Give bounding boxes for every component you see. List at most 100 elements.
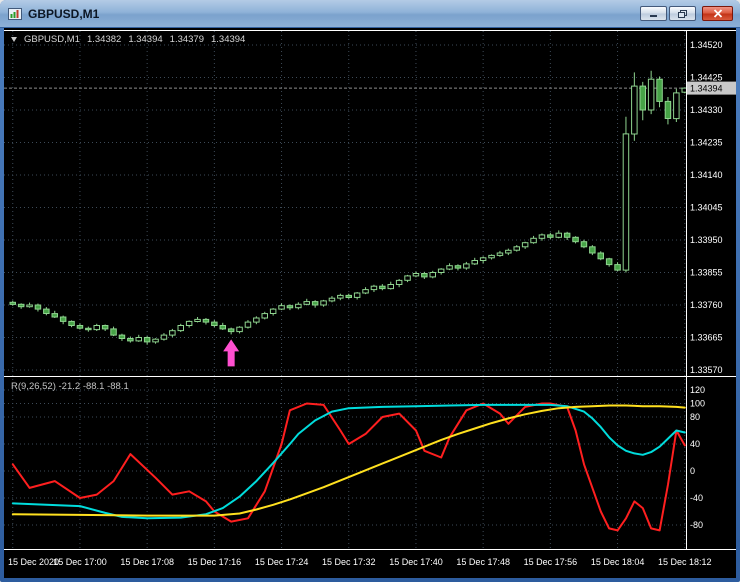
candle-bear bbox=[202, 318, 210, 323]
close-button[interactable] bbox=[702, 6, 733, 21]
candle-bear bbox=[85, 327, 92, 331]
price-axis-label: 1.34140 bbox=[690, 170, 723, 180]
candle-bear bbox=[286, 305, 294, 309]
low-value: 1.34379 bbox=[169, 34, 204, 45]
time-axis-label: 15 Dec 17:56 bbox=[524, 557, 578, 567]
minimize-button[interactable] bbox=[640, 6, 667, 21]
restore-button[interactable] bbox=[669, 6, 696, 21]
candle-bear bbox=[127, 338, 134, 342]
candle-bull bbox=[194, 318, 201, 322]
candle-bull bbox=[362, 289, 369, 294]
candle-bull bbox=[328, 297, 336, 302]
candle-bear bbox=[9, 301, 16, 305]
candle-bull bbox=[505, 249, 512, 254]
candle-bear bbox=[421, 273, 428, 278]
candle-bull bbox=[244, 321, 252, 328]
price-axis-label: 1.33760 bbox=[690, 300, 723, 310]
candle-bull bbox=[631, 85, 638, 135]
candle-bear bbox=[219, 325, 226, 330]
candle-bull bbox=[412, 273, 420, 277]
candle-bull bbox=[169, 330, 176, 336]
time-axis-label: 15 Dec 17:16 bbox=[188, 557, 242, 567]
current-price-value: 1.34394 bbox=[690, 84, 723, 94]
candle-bull bbox=[152, 338, 159, 343]
candle-bull bbox=[261, 313, 268, 319]
candle-bull bbox=[337, 294, 344, 299]
candle-bear bbox=[227, 328, 235, 333]
time-axis-label: 15 Dec 17:00 bbox=[53, 557, 107, 567]
candle-bull bbox=[429, 272, 436, 278]
candle-bull bbox=[647, 78, 655, 111]
titlebar[interactable]: GBPUSD,M1 bbox=[0, 0, 740, 28]
price-axis-label: 1.34520 bbox=[690, 40, 723, 50]
candle-bear bbox=[605, 258, 613, 266]
buy-arrow-marker bbox=[223, 339, 240, 367]
window-title: GBPUSD,M1 bbox=[28, 6, 100, 21]
candle-bull bbox=[177, 325, 184, 332]
indicator-axis-label: 40 bbox=[690, 439, 700, 449]
candle-bull bbox=[160, 334, 168, 340]
candle-bull bbox=[538, 234, 546, 239]
minimize-icon bbox=[649, 15, 657, 17]
price-axis-label: 1.34330 bbox=[690, 105, 723, 115]
candle-bear bbox=[68, 320, 75, 326]
candle-bear bbox=[51, 313, 58, 318]
chart-area[interactable]: 1.34520 1.34425 1.34330 1.34235 1.34140 1.340… bbox=[4, 28, 736, 578]
open-value: 1.34382 bbox=[86, 34, 122, 45]
time-axis-label: 15 Dec 17:40 bbox=[389, 557, 443, 567]
time-axis-label: 15 Dec 17:48 bbox=[456, 557, 510, 567]
indicator-axis-label: 100 bbox=[690, 399, 705, 409]
candle-bull bbox=[488, 254, 495, 259]
time-axis-label: 15 Dec 18:04 bbox=[591, 557, 645, 567]
candle-bear bbox=[211, 321, 218, 327]
candle-bear bbox=[143, 337, 151, 343]
candle-bear bbox=[34, 304, 42, 310]
high-value: 1.34394 bbox=[128, 34, 163, 45]
candle-bull bbox=[446, 265, 453, 270]
close-value: 1.34394 bbox=[211, 34, 246, 45]
candle-bear bbox=[664, 100, 672, 120]
candle-bull bbox=[471, 260, 478, 265]
restore-icon bbox=[678, 9, 687, 18]
candle-bear bbox=[345, 294, 352, 298]
time-axis-label: 15 Dec 17:08 bbox=[120, 557, 174, 567]
indicator-axis-label: 80 bbox=[690, 412, 700, 422]
candle-bull bbox=[269, 308, 277, 315]
time-axis-label: 15 Dec 2020 bbox=[8, 557, 59, 567]
candle-bull bbox=[278, 305, 285, 310]
price-axis-label: 1.33950 bbox=[690, 235, 723, 245]
indicator-axis-label: -40 bbox=[690, 493, 703, 503]
ohlc-header: GBPUSD,M1 1.34382 1.34394 1.34379 1.3439… bbox=[11, 34, 245, 45]
mt4-chart-window: GBPUSD,M1 1.34520 1.34425 1.34330 1.34235 1.… bbox=[0, 0, 740, 582]
candle-bull bbox=[437, 268, 445, 274]
candle-bull bbox=[387, 284, 394, 290]
candle-bull bbox=[93, 325, 100, 331]
candle-bull bbox=[26, 304, 33, 308]
chart-canvas[interactable]: 1.34520 1.34425 1.34330 1.34235 1.34140 1.340… bbox=[4, 28, 736, 578]
candle-bear bbox=[43, 308, 50, 315]
candle-bear bbox=[101, 325, 109, 330]
window-controls bbox=[638, 6, 733, 21]
candle-bear bbox=[656, 78, 663, 102]
candle-bear bbox=[118, 334, 126, 340]
indicator-label: R(9,26,52) -21.2 -88.1 -88.1 bbox=[11, 381, 129, 392]
price-axis-label: 1.33570 bbox=[690, 365, 723, 375]
candle-bull bbox=[395, 279, 403, 285]
candle-bull bbox=[463, 263, 470, 269]
candle-bear bbox=[311, 301, 319, 306]
candle-bear bbox=[454, 265, 462, 269]
time-axis-label: 15 Dec 17:24 bbox=[255, 557, 309, 567]
candle-bull bbox=[404, 275, 411, 281]
chart-icon bbox=[8, 7, 22, 20]
candle-bear bbox=[597, 252, 604, 260]
candle-bear bbox=[639, 85, 646, 111]
candle-bear bbox=[379, 285, 386, 290]
price-axis-label: 1.34425 bbox=[690, 73, 723, 83]
candle-bull bbox=[521, 242, 529, 248]
candle-bull bbox=[555, 232, 562, 238]
candle-bull bbox=[353, 292, 361, 298]
candle-bear bbox=[76, 325, 84, 329]
candle-bear bbox=[580, 241, 588, 248]
candle-bear bbox=[547, 234, 554, 238]
candle-bear bbox=[110, 328, 117, 336]
